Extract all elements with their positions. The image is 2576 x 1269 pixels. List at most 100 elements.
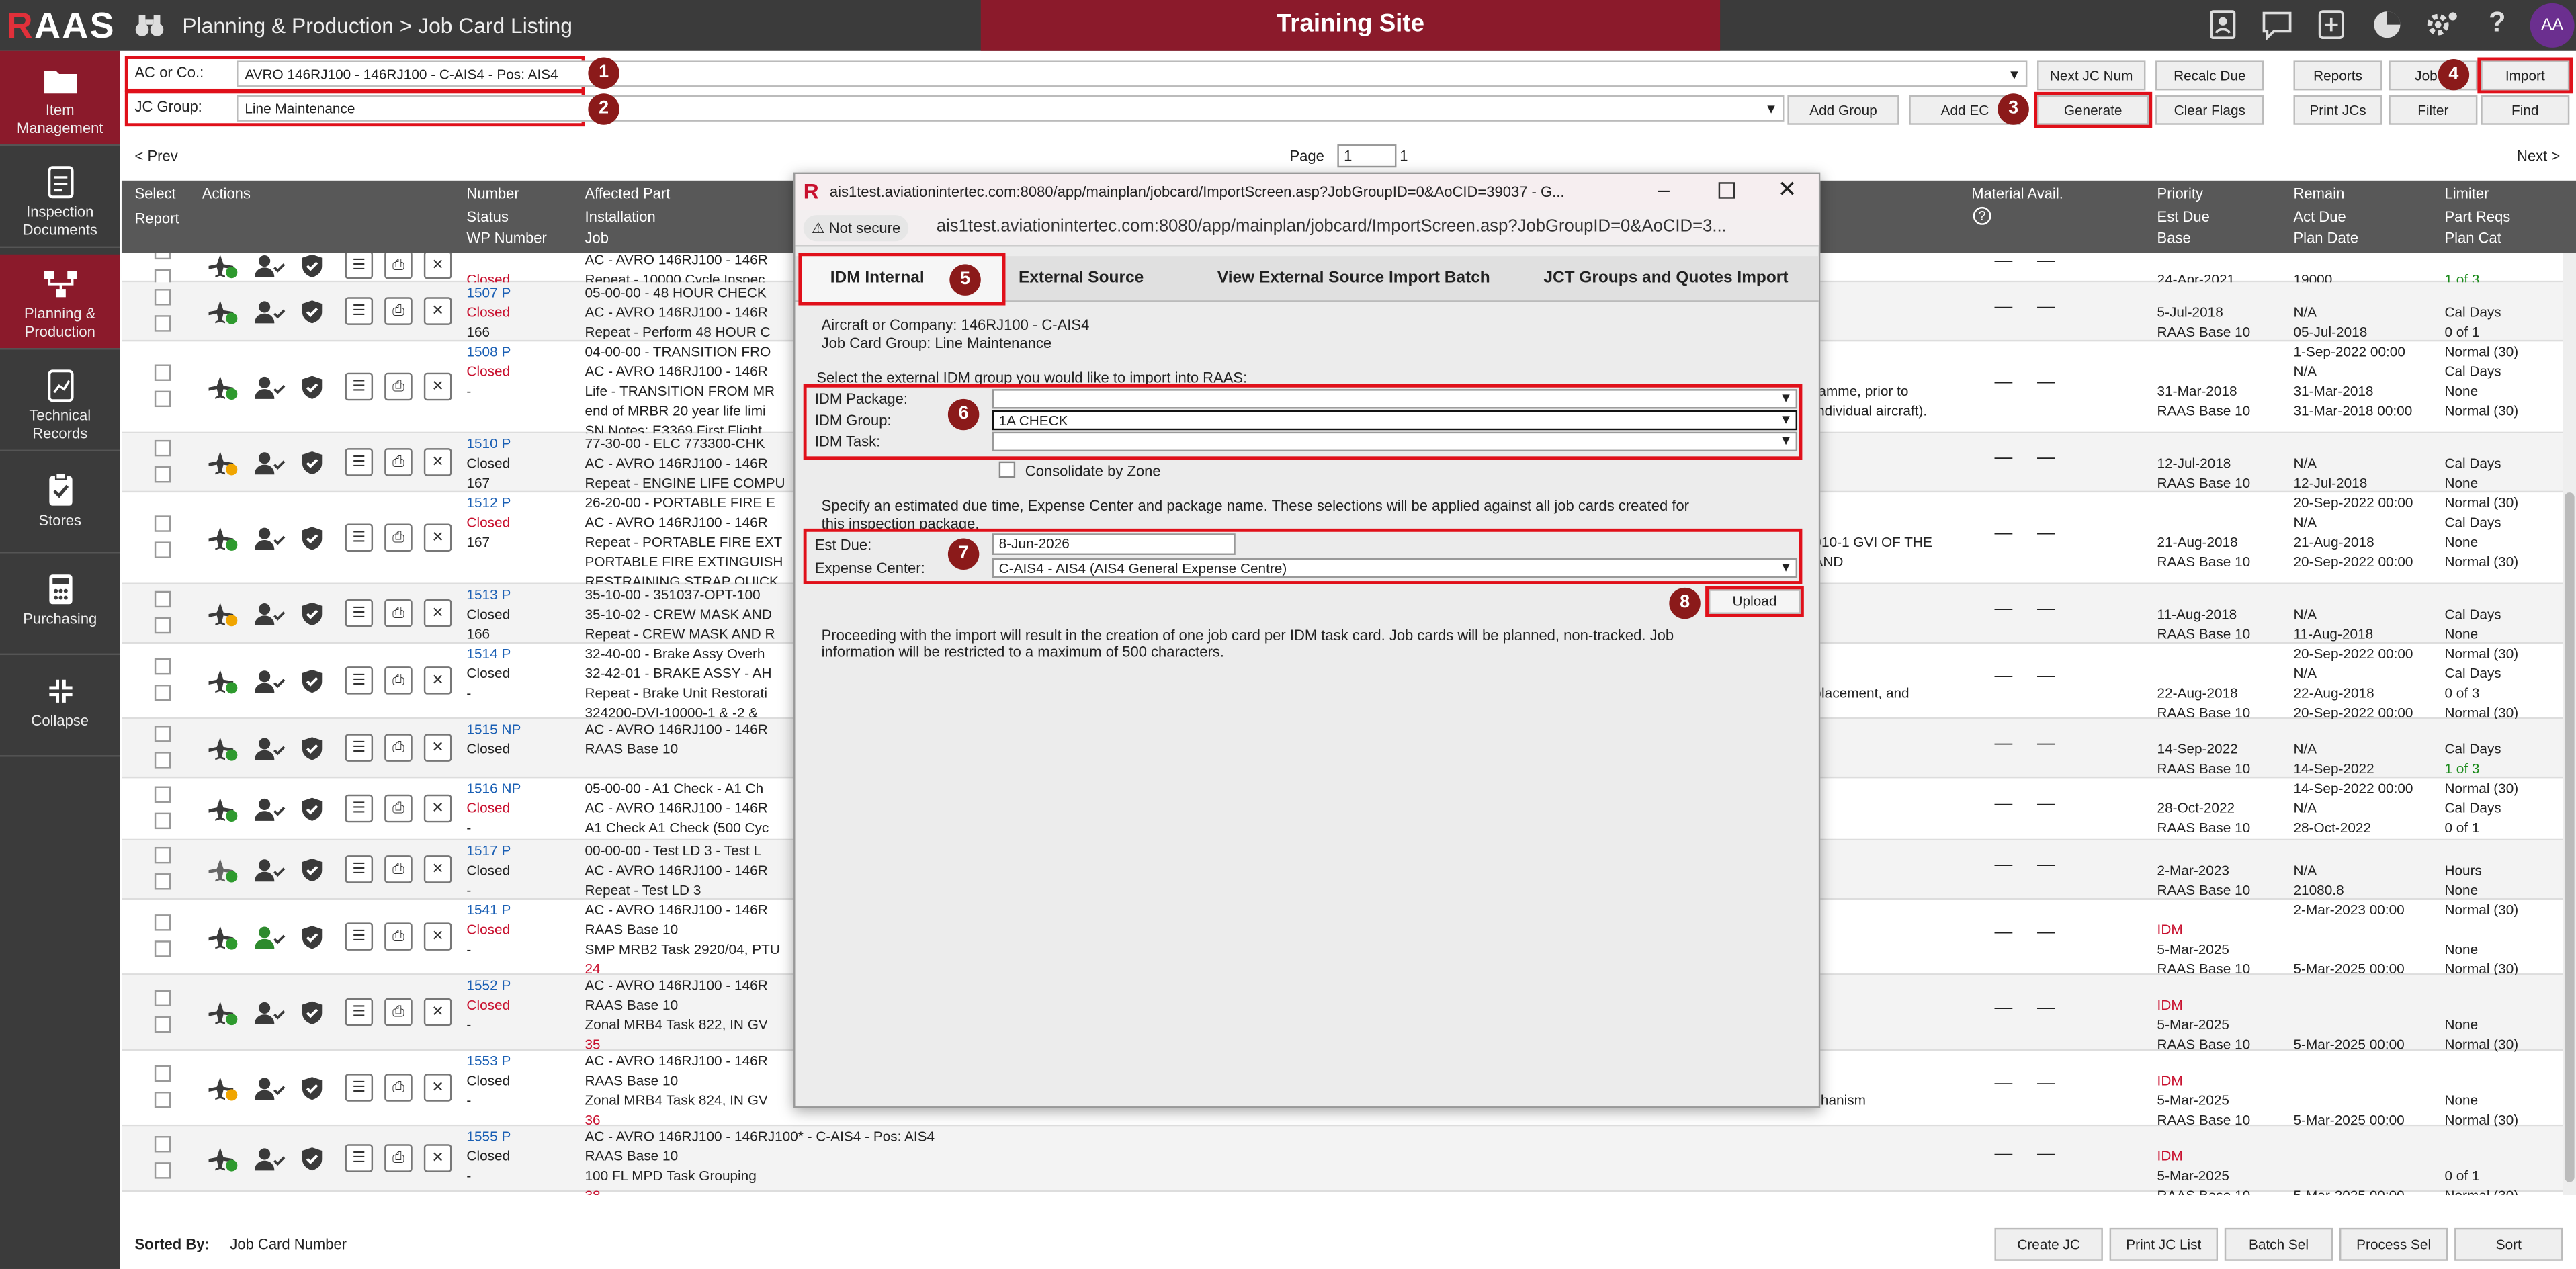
shield-check-icon[interactable] [299, 796, 325, 822]
jc-group-select[interactable]: Line Maintenance ▼ [237, 95, 1785, 122]
select-checkbox[interactable] [154, 289, 171, 306]
assign-person-icon[interactable] [253, 796, 286, 822]
col-est-due[interactable]: Est Due [2157, 208, 2210, 226]
binoculars-icon[interactable] [135, 11, 165, 38]
prev-page-link[interactable]: < Prev [135, 148, 178, 164]
delete-x-icon[interactable]: ✕ [423, 448, 452, 476]
delete-x-icon[interactable]: ✕ [423, 855, 452, 883]
list-view-icon[interactable]: ☰ [345, 253, 374, 279]
print-jc-list-button[interactable]: Print JC List [2109, 1227, 2219, 1261]
col-installation[interactable]: Installation [585, 208, 655, 226]
list-view-icon[interactable]: ☰ [345, 372, 374, 401]
print-icon[interactable]: ⎙ [384, 666, 413, 695]
list-view-icon[interactable]: ☰ [345, 734, 374, 762]
print-icon[interactable]: ⎙ [384, 448, 413, 476]
chat-icon[interactable] [2258, 7, 2297, 43]
minimize-icon[interactable]: – [1658, 177, 1670, 202]
print-icon[interactable]: ⎙ [384, 297, 413, 325]
shield-check-icon[interactable] [299, 450, 325, 476]
table-row[interactable]: ☰ ⎙ ✕ 1555 P Closed - AC - AVRO 146RJ100 - 146… [121, 1126, 2563, 1195]
idm-package-select[interactable]: ▼ [992, 389, 1798, 409]
assign-person-icon[interactable] [253, 253, 286, 279]
security-chip[interactable]: ⚠ Not secure [803, 215, 909, 242]
delete-x-icon[interactable]: ✕ [423, 998, 452, 1026]
help-circle-icon[interactable]: ? [1973, 206, 1991, 225]
pie-chart-icon[interactable] [2368, 7, 2407, 43]
import-button[interactable]: Import [2477, 57, 2573, 94]
aircraft-status-icon[interactable] [207, 1076, 240, 1102]
assign-person-icon[interactable] [253, 1000, 286, 1026]
report-checkbox[interactable] [154, 390, 171, 408]
col-plan-cat[interactable]: Plan Cat [2444, 230, 2501, 248]
list-view-icon[interactable]: ☰ [345, 1144, 374, 1172]
sidebar-item-purchasing[interactable]: Purchasing [0, 560, 120, 656]
col-affected[interactable]: Affected Part [585, 185, 670, 204]
next-jc-num-button[interactable]: Next JC Num [2037, 60, 2146, 91]
print-icon[interactable]: ⎙ [384, 855, 413, 883]
aircraft-status-icon[interactable] [207, 1000, 240, 1026]
report-checkbox[interactable] [154, 940, 171, 957]
list-view-icon[interactable]: ☰ [345, 297, 374, 325]
col-plan-date[interactable]: Plan Date [2293, 230, 2358, 248]
print-icon[interactable]: ⎙ [384, 922, 413, 951]
aircraft-status-icon[interactable] [207, 601, 240, 627]
sidebar-item-technical-records[interactable]: Technical Records [0, 356, 120, 452]
print-icon[interactable]: ⎙ [384, 523, 413, 552]
assign-person-icon[interactable] [253, 1146, 286, 1172]
aircraft-status-icon[interactable] [207, 857, 240, 883]
delete-x-icon[interactable]: ✕ [423, 253, 452, 279]
idm-group-select[interactable]: 1A CHECK ▼ [992, 410, 1798, 431]
shield-check-icon[interactable] [299, 736, 325, 762]
assign-person-icon[interactable] [253, 601, 286, 627]
find-button[interactable]: Find [2481, 95, 2570, 125]
col-number[interactable]: Number [466, 185, 519, 204]
user-avatar[interactable]: AA [2530, 3, 2575, 48]
print-jcs-button[interactable]: Print JCs [2293, 95, 2382, 125]
assign-person-icon[interactable] [253, 525, 286, 552]
delete-x-icon[interactable]: ✕ [423, 666, 452, 695]
col-base[interactable]: Base [2157, 230, 2191, 248]
select-checkbox[interactable] [154, 253, 171, 260]
report-checkbox[interactable] [154, 1092, 171, 1108]
select-checkbox[interactable] [154, 990, 171, 1006]
report-checkbox[interactable] [154, 466, 171, 483]
maximize-icon[interactable] [1718, 182, 1735, 199]
select-checkbox[interactable] [154, 515, 171, 532]
report-checkbox[interactable] [154, 1016, 171, 1033]
sidebar-item-stores[interactable]: Stores [0, 458, 120, 554]
select-checkbox[interactable] [154, 1136, 171, 1153]
delete-x-icon[interactable]: ✕ [423, 372, 452, 401]
shield-check-icon[interactable] [299, 374, 325, 400]
contacts-icon[interactable] [2203, 7, 2243, 43]
col-wp[interactable]: WP Number [466, 230, 546, 248]
batch-sel-button[interactable]: Batch Sel [2224, 1227, 2333, 1261]
assign-person-icon[interactable] [253, 450, 286, 476]
select-checkbox[interactable] [154, 590, 171, 608]
delete-x-icon[interactable]: ✕ [423, 922, 452, 951]
job-card-number[interactable]: 1516 NP [466, 780, 521, 799]
reports-button[interactable]: Reports [2293, 60, 2382, 91]
aircraft-status-icon[interactable] [207, 450, 240, 476]
select-checkbox[interactable] [154, 914, 171, 931]
sidebar-item-management[interactable]: Item Management [0, 50, 120, 146]
select-checkbox[interactable] [154, 364, 171, 381]
tab-external-source[interactable]: External Source [1002, 256, 1183, 302]
col-material[interactable]: Material Avail. [1971, 185, 2063, 204]
delete-x-icon[interactable]: ✕ [423, 523, 452, 552]
print-icon[interactable]: ⎙ [384, 794, 413, 823]
job-card-number[interactable]: 1517 P [466, 842, 511, 861]
close-icon[interactable]: ✕ [1778, 175, 1797, 204]
report-checkbox[interactable] [154, 617, 171, 634]
delete-x-icon[interactable]: ✕ [423, 1144, 452, 1172]
shield-check-icon[interactable] [299, 299, 325, 325]
shield-check-icon[interactable] [299, 1146, 325, 1172]
col-actions[interactable]: Actions [202, 185, 251, 204]
shield-check-icon[interactable] [299, 525, 325, 552]
raas-logo[interactable]: RAAS [7, 5, 116, 48]
col-job[interactable]: Job [585, 230, 608, 248]
report-checkbox[interactable] [154, 541, 171, 558]
recalc-due-button[interactable]: Recalc Due [2155, 60, 2264, 91]
aircraft-status-icon[interactable] [207, 668, 240, 695]
idm-task-select[interactable]: ▼ [992, 431, 1798, 452]
est-due-input[interactable]: 8-Jun-2026 [992, 533, 1236, 555]
